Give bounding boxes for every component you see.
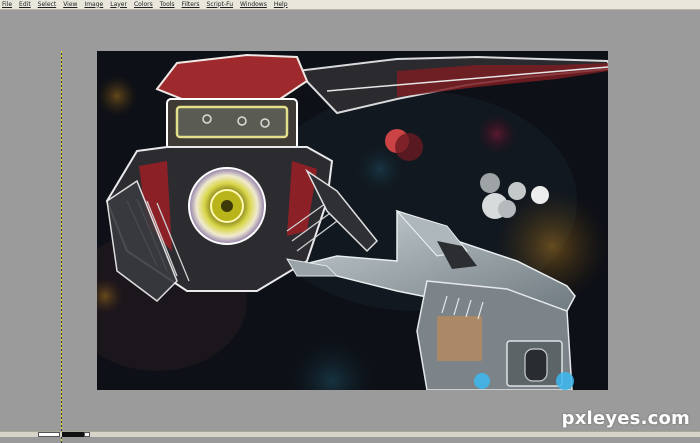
- watermark-text: pxleyes.com: [561, 408, 690, 429]
- menu-layer[interactable]: Layer: [110, 0, 127, 10]
- menu-help[interactable]: Help: [274, 0, 288, 10]
- painting-artwork: [97, 51, 608, 390]
- engine-glow-right: [556, 372, 574, 390]
- menu-script-fu[interactable]: Script-Fu: [207, 0, 234, 10]
- menu-filters[interactable]: Filters: [182, 0, 200, 10]
- engine-glow-left: [474, 373, 490, 389]
- menu-tools[interactable]: Tools: [160, 0, 175, 10]
- background-color-swatch[interactable]: [62, 432, 84, 437]
- vertical-guide-line[interactable]: [61, 51, 62, 443]
- menu-windows[interactable]: Windows: [240, 0, 267, 10]
- menu-bar: File Edit Select View Image Layer Colors…: [0, 0, 700, 10]
- bokeh-red-circle: [477, 114, 517, 154]
- foreground-color-swatch[interactable]: [38, 432, 60, 437]
- bokeh-left-circle: [97, 76, 137, 116]
- menu-view[interactable]: View: [63, 0, 77, 10]
- menu-colors[interactable]: Colors: [134, 0, 153, 10]
- status-bar: [0, 431, 700, 437]
- swatch-toggle[interactable]: [84, 432, 90, 437]
- menu-edit[interactable]: Edit: [19, 0, 31, 10]
- menu-file[interactable]: File: [2, 0, 12, 10]
- ship-panel: [437, 316, 482, 361]
- menu-select[interactable]: Select: [38, 0, 57, 10]
- image-canvas[interactable]: [97, 51, 608, 390]
- menu-image[interactable]: Image: [84, 0, 103, 10]
